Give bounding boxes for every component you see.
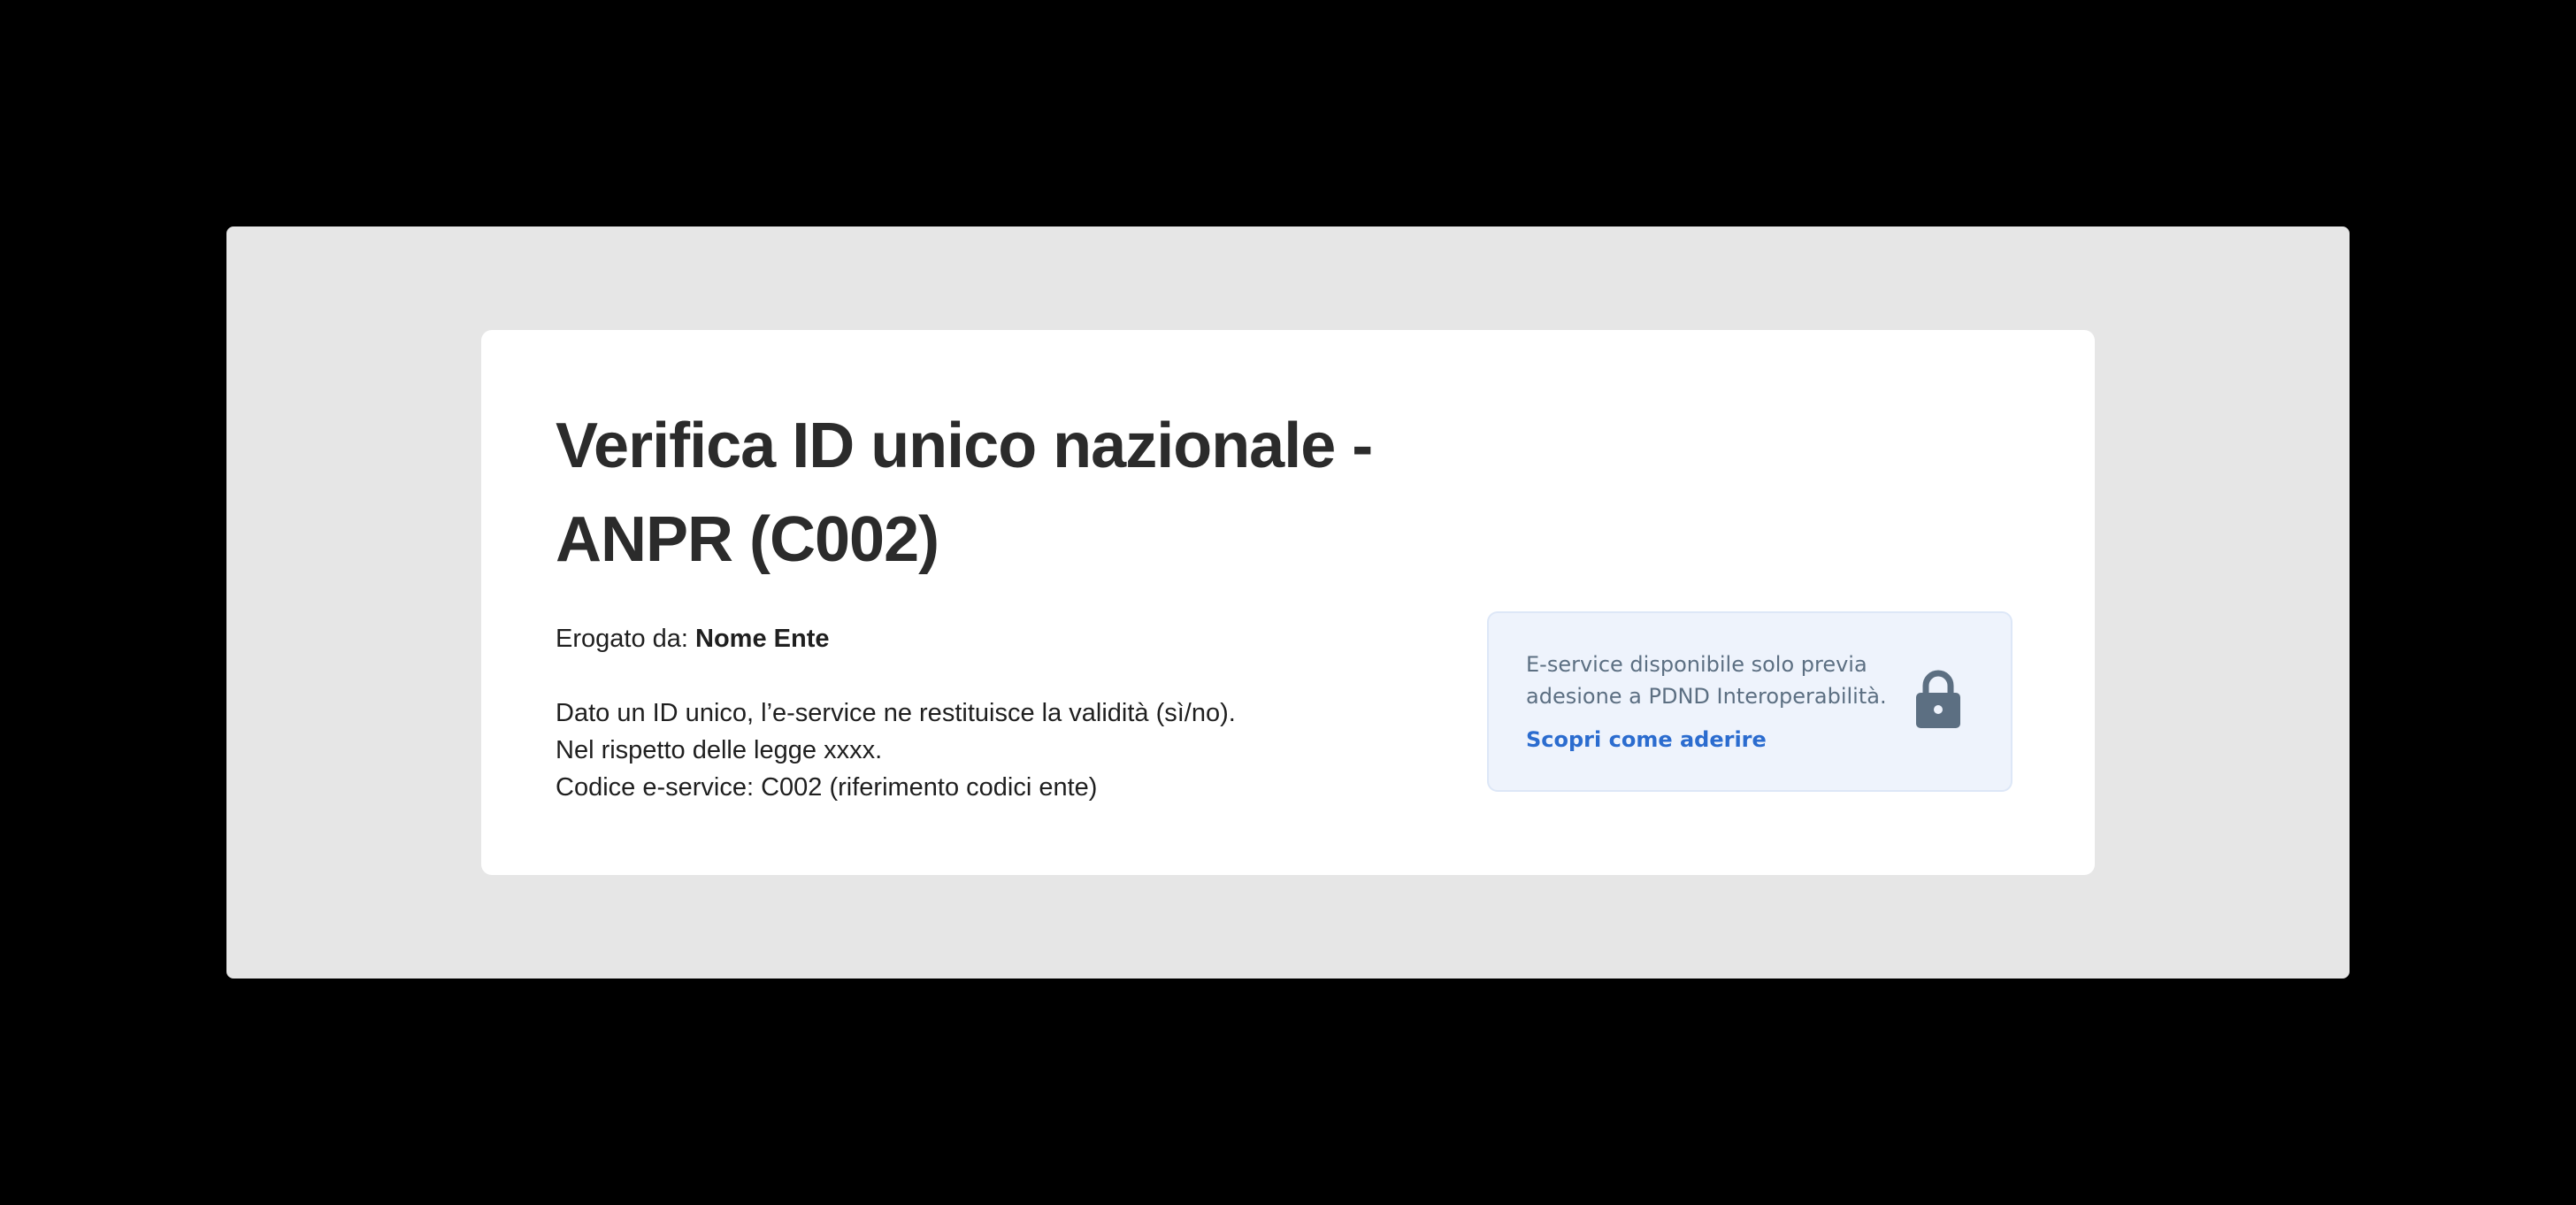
provider-line: Erogato da: Nome Ente (556, 620, 830, 657)
eservice-description: Dato un ID unico, l’e-service ne restitu… (556, 695, 1236, 806)
eservice-card: Verifica ID unico nazionale - ANPR (C002… (481, 330, 2095, 875)
provider-name: Nome Ente (695, 625, 830, 653)
provider-label: Erogato da: (556, 625, 688, 653)
preview-frame: Verifica ID unico nazionale - ANPR (C002… (226, 226, 2350, 979)
access-notice-box: E-service disponibile solo previa adesio… (1487, 611, 2012, 792)
access-notice-text: E-service disponibile solo previa adesio… (1526, 652, 1887, 709)
lock-icon (1913, 668, 1963, 730)
join-info-link[interactable]: Scopri come aderire (1526, 725, 1767, 755)
description-line: Dato un ID unico, l’e-service ne restitu… (556, 699, 1236, 727)
eservice-title: Verifica ID unico nazionale - ANPR (C002… (556, 411, 1373, 575)
description-line: Nel rispetto delle legge xxxx. (556, 736, 883, 764)
description-line: Codice e-service: C002 (riferimento codi… (556, 773, 1098, 802)
